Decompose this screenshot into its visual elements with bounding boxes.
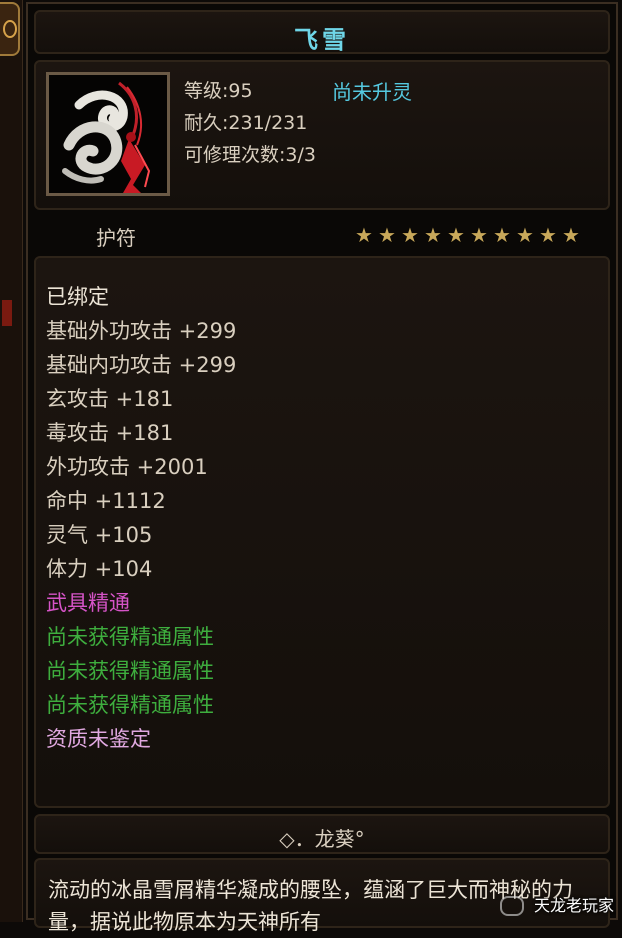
attribute-line: 命中 +1112 xyxy=(46,489,166,513)
star-rating: ★ ★ ★ ★ ★ ★ ★ ★ ★ ★ xyxy=(355,223,580,247)
attribute-line: 基础内功攻击 +299 xyxy=(46,353,237,377)
attribute-line: 武具精通 xyxy=(46,591,130,615)
attribute-line: 外功攻击 +2001 xyxy=(46,455,208,479)
star-icon: ★ xyxy=(562,223,580,247)
watermark-logo-icon xyxy=(500,896,524,916)
star-icon: ★ xyxy=(401,223,419,247)
star-icon: ★ xyxy=(424,223,442,247)
star-icon: ★ xyxy=(470,223,488,247)
star-icon: ★ xyxy=(493,223,511,247)
jade-pendant-icon xyxy=(49,75,167,193)
item-icon-frame[interactable] xyxy=(46,72,170,196)
description-panel: 流动的冰晶雪屑精华凝成的腰坠，蕴涵了巨大而神秘的力量，据说此物原本为天神所有 xyxy=(34,858,610,934)
item-durability: 耐久:231/231 xyxy=(184,112,308,134)
spirit-status: 尚未升灵 xyxy=(332,80,412,104)
side-panel-edge xyxy=(0,0,23,922)
attribute-line: 尚未获得精通属性 xyxy=(46,625,214,649)
set-bar: ◇．龙葵° xyxy=(34,814,610,854)
star-icon: ★ xyxy=(447,223,465,247)
item-info: 等级:95 尚未升灵 耐久:231/231 可修理次数:3/3 xyxy=(34,60,610,210)
star-icon: ★ xyxy=(378,223,396,247)
attribute-line: 灵气 +105 xyxy=(46,523,153,547)
attribute-line: 已绑定 xyxy=(46,285,109,309)
star-icon: ★ xyxy=(355,223,373,247)
attribute-list: 已绑定基础外功攻击 +299 基础内功攻击 +299 玄攻击 +181 毒攻击 +18… xyxy=(46,280,236,756)
star-icon: ★ xyxy=(539,223,557,247)
attribute-line: 尚未获得精通属性 xyxy=(46,693,214,717)
attribute-line: 资质未鉴定 xyxy=(46,727,151,751)
watermark: 天龙老玩家 xyxy=(533,896,614,915)
set-name: ◇．龙葵° xyxy=(279,827,365,851)
attribute-panel: 已绑定基础外功攻击 +299 基础内功攻击 +299 玄攻击 +181 毒攻击 +18… xyxy=(34,256,610,808)
item-level: 等级:95 xyxy=(184,80,253,102)
item-title-bar: 飞雪 xyxy=(34,10,610,54)
item-tooltip: 飞雪 等级:95 尚未升灵 耐久:231/231 可修理次数:3/3 护符 ★ ★… xyxy=(26,2,618,934)
attribute-line: 基础外功攻击 +299 xyxy=(46,319,237,343)
item-type-row: 护符 ★ ★ ★ ★ ★ ★ ★ ★ ★ ★ xyxy=(34,216,610,252)
attribute-line: 玄攻击 +181 xyxy=(46,387,174,411)
side-marker xyxy=(2,300,12,326)
item-type: 护符 xyxy=(96,226,136,250)
repair-count: 可修理次数:3/3 xyxy=(184,144,316,166)
ornament-icon xyxy=(0,2,20,56)
item-name: 飞雪 xyxy=(294,26,350,54)
star-icon: ★ xyxy=(516,223,534,247)
attribute-line: 尚未获得精通属性 xyxy=(46,659,214,683)
attribute-line: 毒攻击 +181 xyxy=(46,421,174,445)
attribute-line: 体力 +104 xyxy=(46,557,153,581)
